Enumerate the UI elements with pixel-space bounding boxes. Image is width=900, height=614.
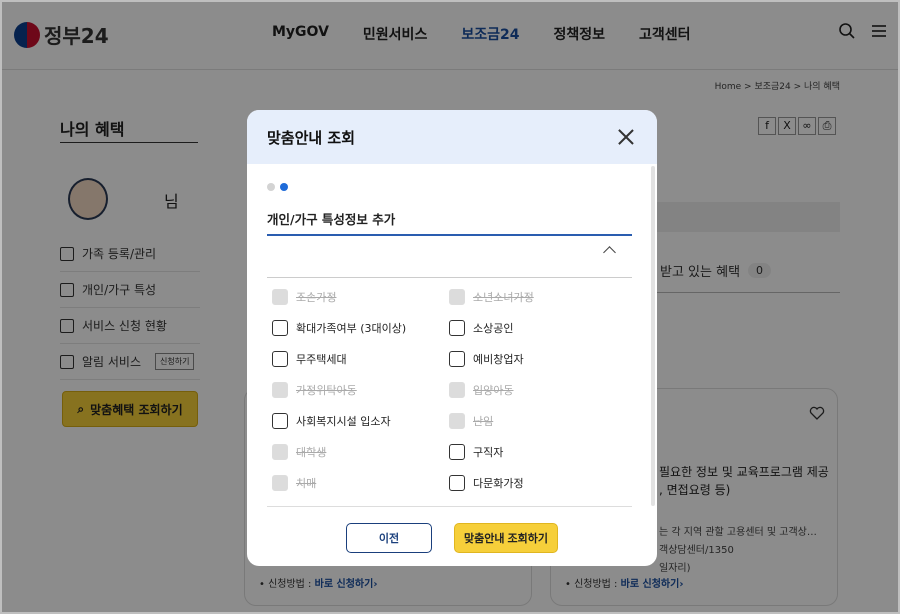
checkbox [272, 475, 288, 491]
accordion-toggle[interactable] [267, 236, 632, 278]
modal-title: 맞춤안내 조회 [267, 128, 356, 147]
checkbox-option: 조손가정 [272, 289, 336, 305]
option-label: 소상공인 [473, 322, 514, 335]
checkbox-option: 치매 [272, 475, 316, 491]
close-icon[interactable] [617, 128, 635, 146]
option-label: 치매 [296, 477, 317, 490]
prev-button[interactable]: 이전 [346, 523, 432, 553]
checkbox-option[interactable]: 확대가족여부 (3대이상) [272, 320, 406, 336]
option-label: 다문화가정 [473, 477, 524, 490]
options-bottom-rule [267, 506, 632, 507]
step-indicator [267, 183, 288, 191]
option-label: 조손가정 [296, 291, 337, 304]
option-label: 소년소녀가정 [473, 291, 534, 304]
modal-footer: 이전 맞춤안내 조회하기 [247, 510, 657, 566]
checkbox [449, 413, 465, 429]
option-label: 가정위탁아동 [296, 384, 357, 397]
option-label: 확대가족여부 (3대이상) [296, 322, 407, 335]
option-label: 예비창업자 [473, 353, 524, 366]
modal-header: 맞춤안내 조회 [247, 110, 657, 164]
checkbox-option[interactable]: 무주택세대 [272, 351, 347, 367]
checkbox [272, 444, 288, 460]
option-label: 구직자 [473, 446, 504, 459]
option-label: 사회복지시설 입소자 [296, 415, 391, 428]
step-dot [267, 183, 275, 191]
checkbox[interactable] [449, 475, 465, 491]
option-label: 대학생 [296, 446, 327, 459]
browser-frame: 정부24 MyGOV 민원서비스 보조금24 정책정보 고객센터 Home > … [0, 0, 900, 614]
option-label: 무주택세대 [296, 353, 347, 366]
checkbox-option[interactable]: 소상공인 [449, 320, 513, 336]
checkbox-option[interactable]: 예비창업자 [449, 351, 524, 367]
custom-guide-modal: 맞춤안내 조회 개인/가구 특성정보 추가 조손가정 소년소녀가정 확대가족여부… [247, 110, 657, 566]
checkbox [449, 382, 465, 398]
checkbox[interactable] [449, 351, 465, 367]
option-label: 입양아동 [473, 384, 514, 397]
checkbox [272, 382, 288, 398]
chevron-up-icon [603, 246, 616, 259]
checkbox-option[interactable]: 다문화가정 [449, 475, 524, 491]
checkbox-option: 소년소녀가정 [449, 289, 534, 305]
checkbox [449, 289, 465, 305]
checkbox[interactable] [449, 320, 465, 336]
checkbox[interactable] [272, 413, 288, 429]
checkbox-option: 가정위탁아동 [272, 382, 357, 398]
step-dot-active [280, 183, 288, 191]
checkbox [272, 289, 288, 305]
submit-search-button[interactable]: 맞춤안내 조회하기 [454, 523, 558, 553]
checkbox-option: 난임 [449, 413, 493, 429]
checkbox[interactable] [272, 320, 288, 336]
checkbox-option: 입양아동 [449, 382, 513, 398]
checkbox-option[interactable]: 사회복지시설 입소자 [272, 413, 391, 429]
section-title: 개인/가구 특성정보 추가 [267, 212, 396, 227]
checkbox-option: 대학생 [272, 444, 326, 460]
option-label: 난임 [473, 415, 494, 428]
checkbox[interactable] [449, 444, 465, 460]
checkbox-option[interactable]: 구직자 [449, 444, 503, 460]
modal-scrollbar[interactable] [651, 166, 655, 506]
checkbox[interactable] [272, 351, 288, 367]
